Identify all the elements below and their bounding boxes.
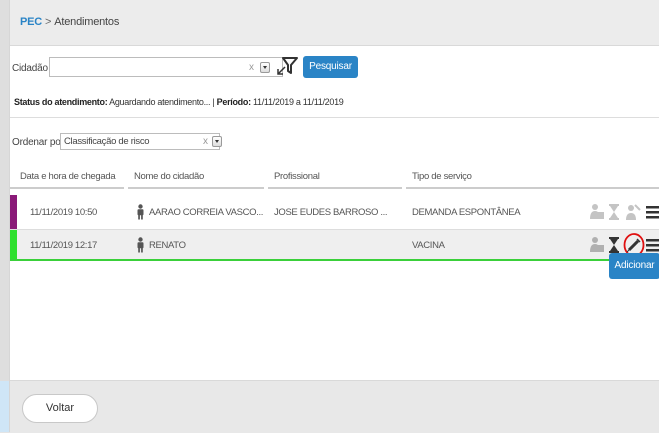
back-button[interactable]: Voltar (22, 394, 98, 423)
status-value: Aguardando atendimento... (109, 97, 211, 107)
vaccine-icon[interactable] (625, 203, 641, 221)
status-divider: | (212, 97, 215, 107)
header-professional[interactable]: Profissional (274, 171, 320, 182)
header-underline (406, 187, 659, 189)
row-service-type: VACINA (412, 240, 445, 251)
menu-icon[interactable] (646, 238, 659, 252)
cidadao-label: Cidadão (12, 63, 48, 74)
risk-classification-bar (10, 195, 17, 229)
sort-value: Classificação de risco (64, 136, 150, 147)
row-citizen-name: AARAO CORREIA VASCO... (149, 207, 264, 218)
status-label: Status do atendimento: (14, 97, 108, 107)
sort-label: Ordenar por (12, 137, 64, 148)
hourglass-icon[interactable] (609, 236, 619, 254)
row-citizen-name: RENATO (149, 240, 186, 251)
sort-clear-icon[interactable]: x (203, 136, 208, 147)
header-name[interactable]: Nome do cidadão (134, 171, 204, 182)
row-datetime: 11/11/2019 10:50 (30, 207, 97, 218)
period-value: 11/11/2019 a 11/11/2019 (252, 97, 344, 107)
breadcrumb: PEC > Atendimentos (20, 16, 119, 28)
search-button[interactable]: Pesquisar (303, 56, 358, 78)
hourglass-icon[interactable] (609, 203, 619, 221)
breadcrumb-bar: PEC > Atendimentos (10, 0, 659, 46)
header-underline (268, 187, 402, 189)
header-underline (10, 187, 124, 189)
filter-icon[interactable] (277, 56, 299, 76)
row-service-type: DEMANDA ESPONTÂNEA (412, 207, 521, 218)
row-datetime: 11/11/2019 12:17 (30, 240, 97, 251)
divider (10, 117, 659, 118)
left-margin-accent (0, 381, 9, 432)
breadcrumb-separator: > (45, 16, 52, 28)
table-row[interactable]: 11/11/2019 10:50 AARAO CORREIA VASCO... … (10, 195, 659, 230)
cidadao-clear-icon[interactable]: x (249, 62, 254, 73)
risk-classification-bar (10, 230, 17, 259)
period-label: Período: (216, 97, 251, 107)
header-datetime[interactable]: Data e hora de chegada (20, 171, 116, 182)
footer-bar: Voltar (10, 380, 659, 433)
attend-icon[interactable] (589, 236, 605, 254)
cidadao-dropdown-button[interactable] (260, 62, 270, 73)
attendance-panel: PEC > Atendimentos Cidadão x Pesquisar Sta… (9, 0, 659, 433)
left-margin (0, 0, 9, 432)
add-button[interactable]: Adicionar (609, 253, 659, 279)
cidadao-input[interactable] (49, 57, 283, 77)
menu-icon[interactable] (646, 205, 659, 219)
person-icon (136, 204, 145, 220)
breadcrumb-root-link[interactable]: PEC (20, 16, 42, 28)
status-summary: Status do atendimento: Aguardando atendi… (14, 97, 344, 107)
breadcrumb-current: Atendimentos (54, 16, 120, 28)
header-underline (128, 187, 264, 189)
sort-select[interactable]: Classificação de risco (60, 133, 220, 150)
table-row-selected[interactable]: 11/11/2019 12:17 RENATO VACINA (10, 230, 659, 261)
header-service-type[interactable]: Tipo de serviço (412, 171, 472, 182)
person-icon (136, 237, 145, 253)
row-professional: JOSE EUDES BARROSO ... (274, 207, 388, 218)
sort-dropdown-button[interactable] (212, 136, 222, 147)
attend-icon[interactable] (589, 203, 605, 221)
